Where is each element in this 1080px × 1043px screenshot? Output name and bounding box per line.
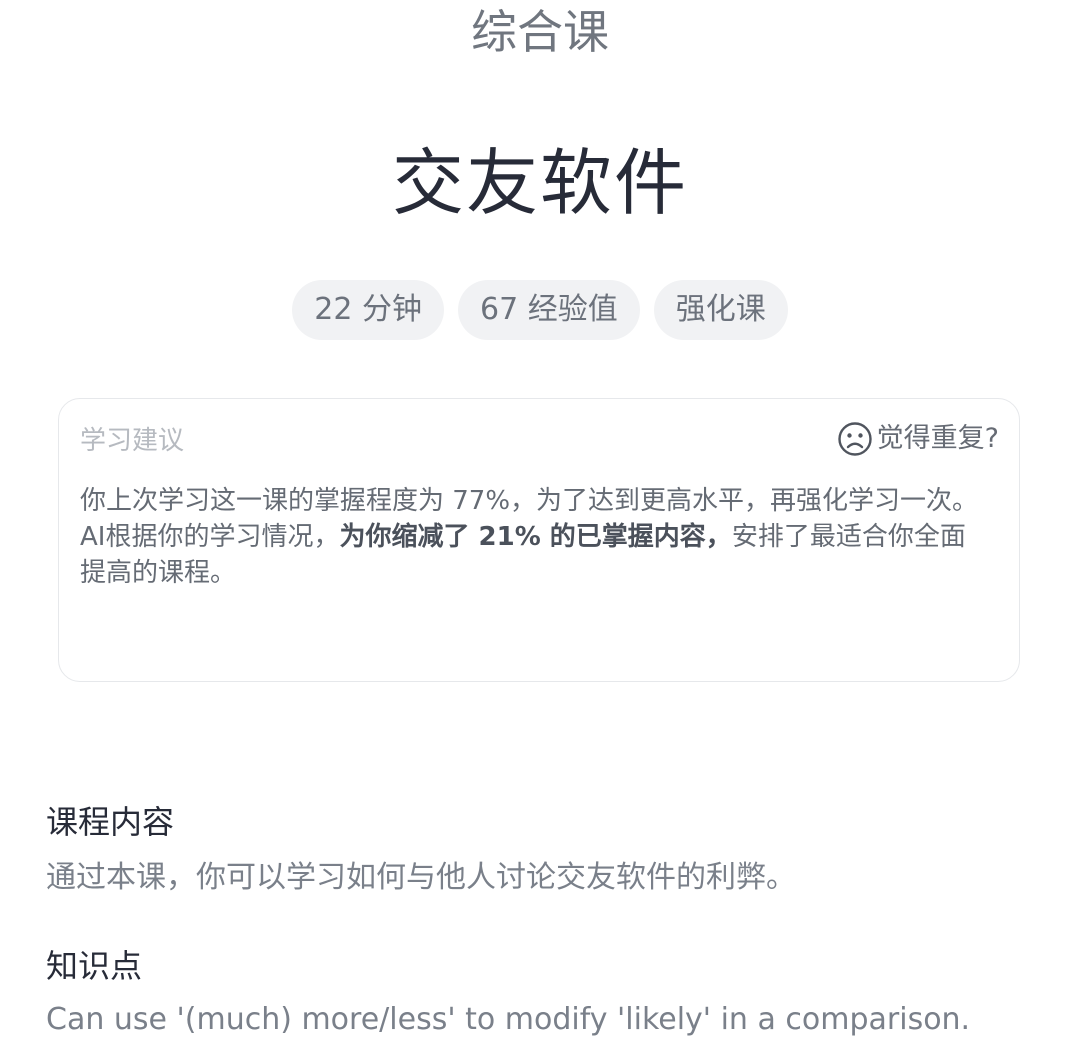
advice-line: 你上次学习这一课的掌握程度为 77%，为了达到更高水平，再强化学习一次。 [80, 486, 979, 516]
knowledge-point-text: Can use '(much) more/less' to modify 'li… [46, 1002, 971, 1037]
sad-face-icon [837, 422, 872, 456]
course-content-heading: 课程内容 [46, 803, 175, 841]
course-content-text: 通过本课，你可以学习如何与他人讨论交友软件的利弊。 [46, 860, 796, 895]
knowledge-points-heading: 知识点 [46, 947, 143, 985]
feels-repetitive-button[interactable]: 觉得重复? [837, 419, 999, 459]
advice-text-segment: AI根据你的学习情况， [80, 522, 340, 552]
course-tags: 22 分钟 67 经验值 强化课 [0, 280, 1080, 340]
advice-text-segment: 安排了最适合你全面 [731, 522, 966, 552]
advice-highlight: 为你缩减了 21% 的已掌握内容， [339, 522, 732, 552]
page-title: 交友软件 [391, 141, 688, 225]
study-advice-card: 学习建议 觉得重复? 你上次学习这一课的掌握程度为 77%，为了达到更高水平，再… [58, 398, 1020, 682]
advice-label: 学习建议 [80, 426, 185, 456]
advice-line: AI根据你的学习情况，为你缩减了 21% 的已掌握内容，安排了最适合你全面 [80, 519, 1000, 555]
duration-tag: 22 分钟 [292, 280, 444, 340]
course-type-tag: 强化课 [653, 280, 788, 340]
course-category: 综合课 [471, 5, 609, 59]
experience-tag: 67 经验值 [458, 280, 640, 340]
advice-text: 你上次学习这一课的掌握程度为 77%，为了达到更高水平，再强化学习一次。 AI根… [80, 483, 1000, 591]
feels-repetitive-label: 觉得重复? [876, 423, 999, 454]
advice-line: 提高的课程。 [80, 558, 237, 588]
